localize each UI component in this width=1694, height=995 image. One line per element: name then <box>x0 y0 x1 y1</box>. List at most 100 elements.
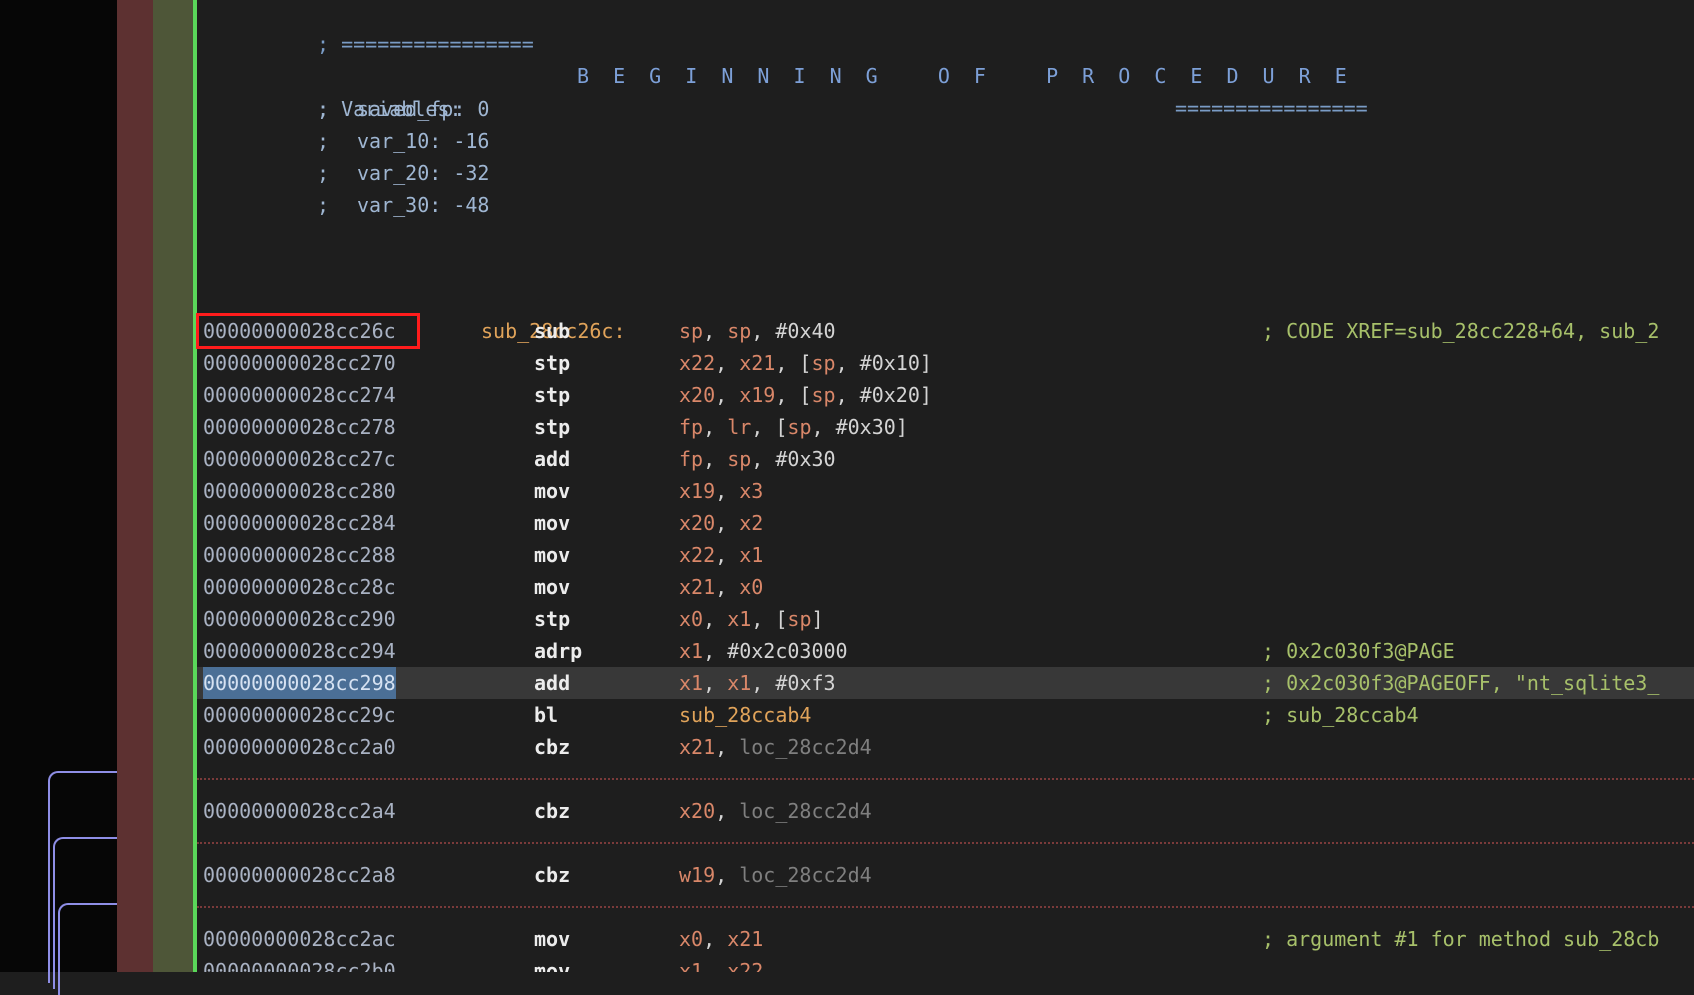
register-operand[interactable]: sp <box>679 319 703 343</box>
instruction-mnemonic[interactable]: stp <box>534 379 570 411</box>
variable-text[interactable]: var_30: -48 <box>357 189 489 221</box>
instruction-address[interactable]: 00000000028cc27c <box>203 443 396 475</box>
instruction-row[interactable]: 00000000028cc288 mov x22, x1 <box>197 539 1694 571</box>
instruction-address[interactable]: 00000000028cc294 <box>203 635 396 667</box>
register-operand[interactable]: x0 <box>679 607 703 631</box>
register-operand[interactable]: w19 <box>679 863 715 887</box>
instruction-operands[interactable]: sub_28ccab4 <box>679 699 811 731</box>
register-operand[interactable]: x22 <box>727 959 763 972</box>
register-operand[interactable]: x22 <box>679 543 715 567</box>
instruction-address[interactable]: 00000000028cc2b0 <box>203 955 396 972</box>
instruction-mnemonic[interactable]: add <box>534 667 570 699</box>
register-operand[interactable]: x21 <box>679 735 715 759</box>
register-operand[interactable]: sp <box>811 383 835 407</box>
instruction-mnemonic[interactable]: bl <box>534 699 558 731</box>
instruction-mnemonic[interactable]: cbz <box>534 731 570 763</box>
branch-target[interactable]: loc_28cc2d4 <box>739 799 871 823</box>
instruction-row[interactable]: 00000000028cc284 mov x20, x2 <box>197 507 1694 539</box>
breakpoint-gutter[interactable] <box>117 0 153 972</box>
instruction-mnemonic[interactable]: mov <box>534 571 570 603</box>
register-operand[interactable]: x0 <box>679 927 703 951</box>
instruction-mnemonic[interactable]: adrp <box>534 635 582 667</box>
instruction-operands[interactable]: x0, x21 <box>679 923 763 955</box>
register-operand[interactable]: sp <box>727 447 751 471</box>
instruction-row[interactable]: 00000000028cc270 stp x22, x21, [sp, #0x10] <box>197 347 1694 379</box>
call-target[interactable]: sub_28ccab4 <box>679 703 811 727</box>
register-operand[interactable]: x21 <box>727 927 763 951</box>
instruction-address[interactable]: 00000000028cc2a0 <box>203 731 396 763</box>
instruction-operands[interactable]: x21, x0 <box>679 571 763 603</box>
instruction-mnemonic[interactable]: mov <box>534 475 570 507</box>
instruction-row[interactable]: 00000000028cc280 mov x19, x3 <box>197 475 1694 507</box>
instruction-row[interactable]: 00000000028cc278 stp fp, lr, [sp, #0x30] <box>197 411 1694 443</box>
instruction-operands[interactable]: x22, x1 <box>679 539 763 571</box>
register-operand[interactable]: fp <box>679 447 703 471</box>
instruction-operands[interactable]: x1, x1, #0xf3 <box>679 667 836 699</box>
instruction-mnemonic[interactable]: mov <box>534 507 570 539</box>
instruction-row[interactable]: 00000000028cc28c mov x21, x0 <box>197 571 1694 603</box>
register-operand[interactable]: fp <box>679 415 703 439</box>
instruction-operands[interactable]: x0, x1, [sp] <box>679 603 824 635</box>
instruction-mnemonic[interactable]: stp <box>534 411 570 443</box>
branch-target[interactable]: loc_28cc2d4 <box>739 735 871 759</box>
instruction-address[interactable]: 00000000028cc270 <box>203 347 396 379</box>
register-operand[interactable]: x1 <box>739 543 763 567</box>
instruction-address[interactable]: 00000000028cc290 <box>203 603 396 635</box>
instruction-mnemonic[interactable]: mov <box>534 539 570 571</box>
instruction-mnemonic[interactable]: cbz <box>534 795 570 827</box>
instruction-mnemonic[interactable]: mov <box>534 923 570 955</box>
instruction-operands[interactable]: fp, sp, #0x30 <box>679 443 836 475</box>
instruction-operands[interactable]: x1, x22 <box>679 955 763 972</box>
register-operand[interactable]: x2 <box>739 511 763 535</box>
register-operand[interactable]: x19 <box>679 479 715 503</box>
register-operand[interactable]: x20 <box>679 799 715 823</box>
register-operand[interactable]: sp <box>787 607 811 631</box>
instruction-operands[interactable]: x22, x21, [sp, #0x10] <box>679 347 932 379</box>
register-operand[interactable]: sp <box>787 415 811 439</box>
procedure-label[interactable]: sub_28cc26c: <box>197 283 1694 343</box>
instruction-row[interactable]: 00000000028cc294 adrp x1, #0x2c03000 ; 0x2c… <box>197 635 1694 667</box>
instruction-mnemonic[interactable]: stp <box>534 603 570 635</box>
instruction-operands[interactable]: x20, loc_28cc2d4 <box>679 795 872 827</box>
instruction-row[interactable]: 00000000028cc290 stp x0, x1, [sp] <box>197 603 1694 635</box>
instruction-row[interactable]: 00000000028cc298 add x1, x1, #0xf3 ; 0x2c03… <box>197 667 1694 699</box>
instruction-row[interactable]: 00000000028cc274 stp x20, x19, [sp, #0x20] <box>197 379 1694 411</box>
register-operand[interactable]: x21 <box>679 575 715 599</box>
register-operand[interactable]: x1 <box>679 671 703 695</box>
instruction-row[interactable]: 00000000028cc2a0 cbz x21, loc_28cc2d4 <box>197 731 1694 763</box>
disassembly-view[interactable]: ; ================ B E G I N N I N G O F… <box>197 0 1694 972</box>
instruction-operands[interactable]: sp, sp, #0x40 <box>679 315 836 347</box>
instruction-address[interactable]: 00000000028cc2a4 <box>203 795 396 827</box>
instruction-mnemonic[interactable]: add <box>534 443 570 475</box>
variable-text[interactable]: saved_fp: 0 <box>357 93 489 125</box>
register-operand[interactable]: x21 <box>739 351 775 375</box>
register-operand[interactable]: lr <box>727 415 751 439</box>
instruction-mnemonic[interactable]: cbz <box>534 859 570 891</box>
register-operand[interactable]: sp <box>727 319 751 343</box>
instruction-address[interactable]: 00000000028cc274 <box>203 379 396 411</box>
instruction-row[interactable]: 00000000028cc29c bl sub_28ccab4 ; sub_28cca… <box>197 699 1694 731</box>
register-operand[interactable]: x1 <box>727 671 751 695</box>
register-operand[interactable]: x1 <box>727 607 751 631</box>
register-operand[interactable]: x20 <box>679 511 715 535</box>
register-operand[interactable]: sp <box>811 351 835 375</box>
instruction-operands[interactable]: fp, lr, [sp, #0x30] <box>679 411 908 443</box>
instruction-address[interactable]: 00000000028cc2ac <box>203 923 396 955</box>
branch-target[interactable]: loc_28cc2d4 <box>739 863 871 887</box>
instruction-address[interactable]: 00000000028cc2a8 <box>203 859 396 891</box>
instruction-row[interactable]: 00000000028cc2ac mov x0, x21 ; argument #1 … <box>197 923 1694 955</box>
register-operand[interactable]: x1 <box>679 639 703 663</box>
instruction-row[interactable]: 00000000028cc26c sub sp, sp, #0x40; CODE X… <box>197 315 1694 347</box>
instruction-operands[interactable]: w19, loc_28cc2d4 <box>679 859 872 891</box>
instruction-operands[interactable]: x19, x3 <box>679 475 763 507</box>
instruction-row[interactable]: 00000000028cc27c add fp, sp, #0x30 <box>197 443 1694 475</box>
instruction-address[interactable]: 00000000028cc284 <box>203 507 396 539</box>
instruction-operands[interactable]: x20, x19, [sp, #0x20] <box>679 379 932 411</box>
register-operand[interactable]: x20 <box>679 383 715 407</box>
branch-arrow-3[interactable] <box>58 903 119 995</box>
instruction-row[interactable]: 00000000028cc2a4 cbz x20, loc_28cc2d4 <box>197 795 1694 827</box>
instruction-address[interactable]: 00000000028cc278 <box>203 411 396 443</box>
instruction-mnemonic[interactable]: mov <box>534 955 570 972</box>
instruction-row[interactable]: 00000000028cc2a8 cbz w19, loc_28cc2d4 <box>197 859 1694 891</box>
instruction-address[interactable]: 00000000028cc280 <box>203 475 396 507</box>
